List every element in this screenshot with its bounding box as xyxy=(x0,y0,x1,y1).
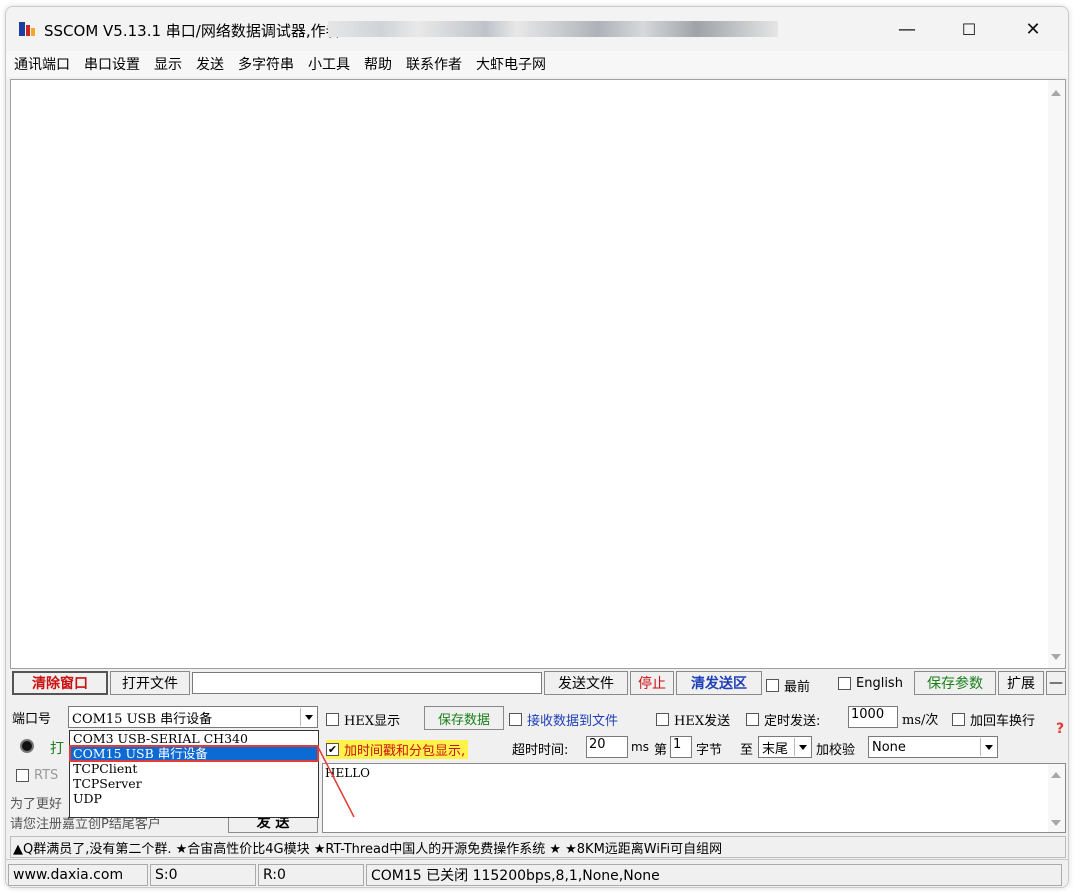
open-port-button[interactable]: 打 xyxy=(50,738,64,758)
save-params-button[interactable]: 保存参数 xyxy=(914,671,996,695)
rts-checkbox[interactable]: RTS xyxy=(16,768,58,783)
send-textarea[interactable]: HELLO xyxy=(322,763,1066,833)
close-button[interactable]: ✕ xyxy=(1010,7,1056,51)
port-label: 端口号 xyxy=(12,712,52,727)
open-file-button[interactable]: 打开文件 xyxy=(110,671,190,695)
menu-send[interactable]: 发送 xyxy=(196,54,224,74)
sent-count: S:0 xyxy=(150,864,256,886)
byte-index-input[interactable]: 1 xyxy=(670,736,692,758)
interval-input[interactable]: 1000 xyxy=(848,706,898,728)
checksum-select[interactable]: None xyxy=(868,736,998,758)
scroll-up-icon[interactable] xyxy=(1051,772,1061,778)
title-redacted xyxy=(328,21,778,37)
menu-display[interactable]: 显示 xyxy=(154,54,182,74)
menu-comm-port[interactable]: 通讯端口 xyxy=(14,54,70,74)
send-scrollbar[interactable] xyxy=(1048,764,1065,832)
received-count: R:0 xyxy=(258,864,364,886)
hex-send-checkbox[interactable]: HEX发送 xyxy=(656,710,730,729)
port-option-selected[interactable]: COM15 USB 串行设备 xyxy=(69,745,319,762)
site-link[interactable]: www.daxia.com xyxy=(8,864,148,886)
topmost-checkbox[interactable]: 最前 xyxy=(766,676,810,695)
maximize-button[interactable]: ☐ xyxy=(946,7,992,51)
title-bar[interactable]: SSCOM V5.13.1 串口/网络数据调试器,作者 — ☐ ✕ xyxy=(6,7,1068,51)
port-option[interactable]: TCPClient xyxy=(70,761,318,776)
timeout-input[interactable]: 20 xyxy=(586,736,628,758)
checksum-label: 加校验 xyxy=(816,743,856,758)
recv-to-file-checkbox[interactable]: 接收数据到文件 xyxy=(509,710,618,729)
scroll-down-icon[interactable] xyxy=(1051,654,1061,660)
hex-display-checkbox[interactable]: HEX显示 xyxy=(326,710,400,729)
menu-tools[interactable]: 小工具 xyxy=(308,54,350,74)
scroll-down-icon[interactable] xyxy=(1051,820,1061,826)
port-status-icon xyxy=(20,739,34,753)
port-dropdown-list[interactable]: COM3 USB-SERIAL CH340 COM15 USB 串行设备 TCP… xyxy=(69,730,319,818)
file-path-input[interactable] xyxy=(192,672,542,694)
clear-send-button[interactable]: 清发送区 xyxy=(676,671,762,695)
help-question-icon[interactable]: ? xyxy=(1056,721,1064,737)
port-option[interactable]: TCPServer xyxy=(70,776,318,791)
receive-area[interactable] xyxy=(10,79,1066,669)
menu-serial-settings[interactable]: 串口设置 xyxy=(84,54,140,74)
menu-contact[interactable]: 联系作者 xyxy=(406,54,462,74)
clear-window-button[interactable]: 清除窗口 xyxy=(12,671,108,695)
stop-button[interactable]: 停止 xyxy=(630,671,674,695)
scroll-up-icon[interactable] xyxy=(1051,90,1061,96)
port-option[interactable]: COM3 USB-SERIAL CH340 xyxy=(70,731,318,746)
interval-unit: ms/次 xyxy=(902,713,939,728)
ad-line[interactable]: ▲Q群满员了,没有第二个群. ★合宙高性价比4G模块 ★RT-Thread中国人… xyxy=(10,836,1066,858)
app-window: SSCOM V5.13.1 串口/网络数据调试器,作者 — ☐ ✕ 通讯端口 串… xyxy=(5,6,1069,888)
menu-bar: 通讯端口 串口设置 显示 发送 多字符串 小工具 帮助 联系作者 大虾电子网 xyxy=(6,51,1068,77)
chevron-down-icon[interactable] xyxy=(980,738,996,756)
menu-help[interactable]: 帮助 xyxy=(364,54,392,74)
port-select[interactable]: COM15 USB 串行设备 xyxy=(68,706,318,728)
expand-button[interactable]: 扩展 xyxy=(998,671,1044,695)
add-crlf-checkbox[interactable]: 加回车换行 xyxy=(952,710,1035,729)
nth-label: 第 xyxy=(654,743,668,758)
status-bar: www.daxia.com S:0 R:0 COM15 已关闭 115200bp… xyxy=(6,859,1068,887)
collapse-button[interactable]: — xyxy=(1046,671,1066,695)
port-state: COM15 已关闭 115200bps,8,1,None,None xyxy=(366,864,1062,886)
minimize-button[interactable]: — xyxy=(884,7,930,51)
end-select[interactable]: 末尾 xyxy=(758,736,812,758)
timeout-label: 超时时间: xyxy=(512,743,569,758)
receive-scrollbar[interactable] xyxy=(1048,80,1065,668)
english-checkbox[interactable]: English xyxy=(838,676,903,691)
window-title: SSCOM V5.13.1 串口/网络数据调试器,作者 xyxy=(44,22,341,40)
timed-send-checkbox[interactable]: 定时发送: xyxy=(746,710,820,729)
byte-label: 字节 xyxy=(696,743,723,758)
annotation-arrow xyxy=(317,746,355,818)
save-data-button[interactable]: 保存数据 xyxy=(424,706,504,730)
to-label: 至 xyxy=(740,743,754,758)
chevron-down-icon[interactable] xyxy=(794,738,810,756)
menu-multi-string[interactable]: 多字符串 xyxy=(238,54,294,74)
chevron-down-icon[interactable] xyxy=(300,708,316,726)
send-file-button[interactable]: 发送文件 xyxy=(544,671,628,695)
timeout-unit: ms xyxy=(631,740,649,754)
note-line-1: 为了更好 xyxy=(10,797,63,812)
menu-daxia[interactable]: 大虾电子网 xyxy=(476,54,546,74)
port-option[interactable]: UDP xyxy=(70,791,318,806)
app-logo-icon xyxy=(19,22,35,36)
